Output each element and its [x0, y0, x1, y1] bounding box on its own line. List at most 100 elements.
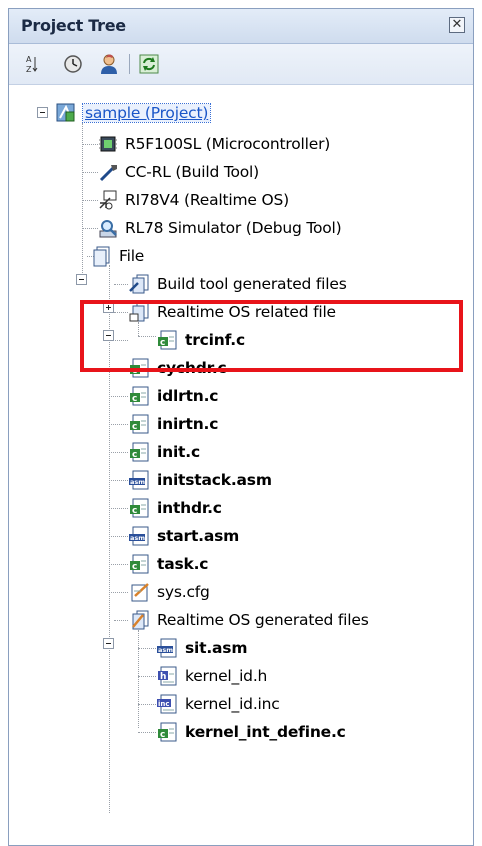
cfg-file-icon — [129, 581, 151, 603]
tree-label: task.c — [157, 555, 209, 573]
tree-label: sit.asm — [185, 639, 248, 657]
tree-item-file[interactable]: asm start.asm — [129, 522, 239, 550]
tree-label: File — [119, 247, 145, 265]
tree-label: sample (Project) — [81, 103, 212, 123]
asm-file-icon: asm — [129, 469, 151, 491]
project-tree-panel: Project Tree ✕ AZ sample (Project) R5F10… — [8, 8, 474, 846]
svg-text:asm: asm — [158, 646, 173, 654]
tree-item-file[interactable]: h kernel_id.h — [157, 662, 267, 690]
tree-label: Realtime OS generated files — [157, 611, 369, 629]
tree-item-file[interactable]: sys.cfg — [129, 578, 210, 606]
tree-item-file-folder[interactable]: File — [91, 242, 144, 270]
tree-label: RI78V4 (Realtime OS) — [125, 191, 289, 209]
c-file-icon: c — [129, 413, 151, 435]
tree-item-file[interactable]: inc kernel_id.inc — [157, 690, 280, 718]
rtos-generated-folder-icon — [129, 609, 151, 631]
toolbar: AZ — [9, 44, 473, 85]
tree-item-microcontroller[interactable]: R5F100SL (Microcontroller) — [97, 130, 330, 158]
debug-tool-icon — [97, 217, 119, 239]
svg-text:h: h — [160, 672, 166, 682]
tree-item-debug-tool[interactable]: RL78 Simulator (Debug Tool) — [97, 214, 342, 242]
svg-text:c: c — [132, 366, 137, 376]
tree-item-build-tool[interactable]: CC-RL (Build Tool) — [97, 158, 259, 186]
generated-folder-icon — [129, 273, 151, 295]
c-file-icon: c — [129, 357, 151, 379]
tree-label: trcinf.c — [185, 331, 245, 349]
c-file-icon: c — [129, 497, 151, 519]
inc-file-icon: inc — [157, 693, 179, 715]
tree-item-file[interactable]: c init.c — [129, 438, 200, 466]
svg-text:c: c — [132, 506, 137, 516]
panel-title: Project Tree — [21, 16, 126, 35]
c-file-icon: c — [129, 441, 151, 463]
asm-file-icon: asm — [129, 525, 151, 547]
c-file-icon: c — [129, 385, 151, 407]
tree-label: kernel_int_define.c — [185, 723, 346, 741]
rtos-generated-collapse-toggle[interactable] — [103, 638, 114, 649]
tree-item-build-generated-folder[interactable]: Build tool generated files — [129, 270, 347, 298]
user-icon[interactable] — [97, 52, 121, 76]
tree-label: idlrtn.c — [157, 387, 219, 405]
tree-item-rtos-generated-folder[interactable]: Realtime OS generated files — [129, 606, 369, 634]
c-file-icon: c — [129, 553, 151, 575]
clock-icon[interactable] — [61, 52, 85, 76]
c-file-icon: c — [157, 721, 179, 743]
tree-label: cychdr.c — [157, 359, 227, 377]
tree-item-file[interactable]: c inthdr.c — [129, 494, 222, 522]
tree-label: Realtime OS related file — [157, 303, 336, 321]
tree-label: CC-RL (Build Tool) — [125, 163, 260, 181]
close-icon[interactable]: ✕ — [449, 17, 465, 33]
tree-label: start.asm — [157, 527, 240, 545]
tree-label: Build tool generated files — [157, 275, 347, 293]
tree-item-file[interactable]: c trcinf.c — [157, 326, 245, 354]
panel-titlebar: Project Tree ✕ — [9, 9, 473, 44]
svg-text:c: c — [132, 562, 137, 572]
c-file-icon: c — [157, 329, 179, 351]
tree-item-file[interactable]: c cychdr.c — [129, 354, 227, 382]
project-tree: sample (Project) R5F100SL (Microcontroll… — [9, 85, 473, 845]
file-collapse-toggle[interactable] — [76, 274, 87, 285]
tree-label: initstack.asm — [157, 471, 272, 489]
tree-label: kernel_id.inc — [185, 695, 280, 713]
tree-label: sys.cfg — [157, 583, 210, 601]
tree-item-realtime-os[interactable]: RI78V4 (Realtime OS) — [97, 186, 289, 214]
tree-item-file[interactable]: asm sit.asm — [157, 634, 247, 662]
microcontroller-icon — [97, 133, 119, 155]
tree-label: RL78 Simulator (Debug Tool) — [125, 219, 342, 237]
tree-item-rtos-related-folder[interactable]: Realtime OS related file — [129, 298, 336, 326]
svg-text:asm: asm — [130, 478, 145, 486]
tree-label: R5F100SL (Microcontroller) — [125, 135, 331, 153]
tree-label: inirtn.c — [157, 415, 219, 433]
svg-text:c: c — [132, 450, 137, 460]
refresh-icon[interactable] — [137, 52, 161, 76]
tree-item-project[interactable]: sample (Project) — [55, 99, 212, 127]
project-icon — [55, 102, 77, 124]
tree-item-file[interactable]: c inirtn.c — [129, 410, 218, 438]
svg-text:Z: Z — [26, 65, 32, 74]
svg-text:c: c — [160, 338, 165, 348]
tree-item-file[interactable]: asm initstack.asm — [129, 466, 272, 494]
svg-text:c: c — [160, 730, 165, 740]
svg-text:c: c — [132, 422, 137, 432]
svg-text:c: c — [132, 394, 137, 404]
realtime-os-icon — [97, 189, 119, 211]
tree-label: kernel_id.h — [185, 667, 268, 685]
toolbar-separator — [129, 54, 130, 74]
build-tool-icon — [97, 161, 119, 183]
svg-text:A: A — [26, 55, 32, 64]
file-folder-icon — [91, 245, 113, 267]
h-file-icon: h — [157, 665, 179, 687]
build-generated-expand-toggle[interactable] — [103, 302, 114, 313]
sort-icon[interactable]: AZ — [19, 52, 43, 76]
asm-file-icon: asm — [157, 637, 179, 659]
svg-text:asm: asm — [130, 534, 145, 542]
tree-label: inthdr.c — [157, 499, 222, 517]
project-collapse-toggle[interactable] — [37, 107, 48, 118]
tree-item-file[interactable]: c idlrtn.c — [129, 382, 218, 410]
svg-text:inc: inc — [158, 700, 170, 708]
tree-label: init.c — [157, 443, 200, 461]
tree-item-file[interactable]: c kernel_int_define.c — [157, 718, 346, 746]
rtos-related-collapse-toggle[interactable] — [103, 330, 114, 341]
rtos-folder-icon — [129, 301, 151, 323]
tree-item-file[interactable]: c task.c — [129, 550, 208, 578]
